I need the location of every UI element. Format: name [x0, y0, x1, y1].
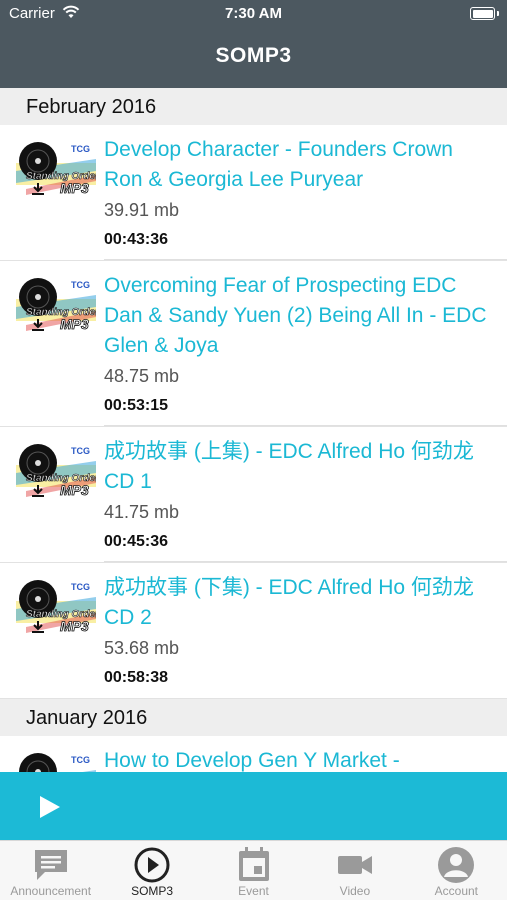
tab-label: Account [434, 884, 478, 898]
battery-tip [497, 11, 499, 16]
play-circle-icon [134, 847, 170, 883]
svg-text:MP3: MP3 [60, 618, 89, 634]
svg-text:MP3: MP3 [60, 482, 89, 498]
tab-somp3[interactable]: SOMP3 [101, 841, 202, 900]
mini-player[interactable] [0, 772, 507, 840]
track-size: 53.68 mb [104, 638, 180, 658]
track-title[interactable]: 成功故事 (上集) - EDC Alfred Ho 何劲龙 CD 1 [104, 437, 487, 497]
svg-text:TCG: TCG [71, 280, 90, 290]
tab-label: Announcement [10, 884, 92, 898]
list-item[interactable]: TCG Standing Order MP3 Overcoming Fear o… [0, 261, 507, 427]
tab-announcement[interactable]: Announcement [0, 841, 101, 900]
divider [104, 561, 507, 562]
page-title: SOMP3 [215, 44, 292, 67]
album-thumbnail-icon: TCG Standing Order MP3 [16, 142, 96, 196]
track-duration: 00:53:15 [104, 397, 169, 414]
section-header: January 2016 [0, 699, 507, 736]
svg-text:TCG: TCG [71, 755, 90, 765]
clock-time: 7:30 AM [225, 5, 282, 22]
album-thumbnail-icon: TCG [19, 753, 96, 772]
svg-text:TCG: TCG [71, 446, 90, 456]
track-size: 39.91 mb [104, 200, 180, 220]
list-item[interactable]: TCG Standing Order MP3 成功故事 (下集) - EDC A… [0, 563, 507, 699]
tab-account[interactable]: Account [406, 841, 507, 900]
list-item[interactable]: TCG Standing Order MP3 Develop Character… [0, 125, 507, 261]
divider [104, 425, 507, 426]
track-duration: 00:45:36 [104, 533, 169, 550]
tab-bar: Announcement SOMP3 Event Video Account [0, 840, 507, 900]
chat-bubble-icon [34, 850, 67, 880]
divider [104, 259, 507, 260]
calendar-icon [238, 847, 269, 881]
play-icon[interactable] [36, 794, 62, 820]
battery-icon [470, 7, 495, 20]
svg-text:TCG: TCG [71, 582, 90, 592]
tab-label: Event [238, 884, 269, 898]
track-title[interactable]: How to Develop Gen Y Market - [104, 746, 487, 772]
track-title[interactable]: 成功故事 (下集) - EDC Alfred Ho 何劲龙 CD 2 [104, 573, 487, 633]
svg-text:MP3: MP3 [60, 316, 89, 332]
status-bar: Carrier 7:30 AM [0, 0, 507, 28]
tab-label: Video [339, 884, 371, 898]
list-item[interactable]: TCG Standing Order MP3 成功故事 (上集) - EDC A… [0, 427, 507, 563]
track-size: 41.75 mb [104, 502, 180, 522]
tab-video[interactable]: Video [304, 841, 405, 900]
svg-text:TCG: TCG [71, 144, 90, 154]
track-size: 48.75 mb [104, 366, 180, 386]
tab-event[interactable]: Event [203, 841, 304, 900]
tab-label: SOMP3 [131, 884, 174, 898]
track-title[interactable]: Overcoming Fear of Prospecting EDC Dan &… [104, 271, 487, 361]
track-list[interactable]: February 2016 TCG Standing Order MP3 Dev… [0, 88, 507, 772]
video-camera-icon [337, 856, 372, 874]
section-header: February 2016 [0, 88, 507, 125]
navigation-bar: SOMP3 [0, 28, 507, 88]
track-duration: 00:43:36 [104, 231, 169, 248]
svg-text:MP3: MP3 [60, 180, 89, 196]
album-thumbnail-icon: TCG Standing Order MP3 [16, 278, 96, 332]
person-icon [438, 847, 475, 883]
album-thumbnail-icon: TCG Standing Order MP3 [16, 444, 96, 498]
track-title[interactable]: Develop Character - Founders Crown Ron &… [104, 135, 487, 195]
track-duration: 00:58:38 [104, 669, 169, 686]
album-thumbnail-icon: TCG Standing Order MP3 [16, 580, 96, 634]
list-item[interactable]: TCG How to Develop Gen Y Market - [0, 736, 507, 772]
